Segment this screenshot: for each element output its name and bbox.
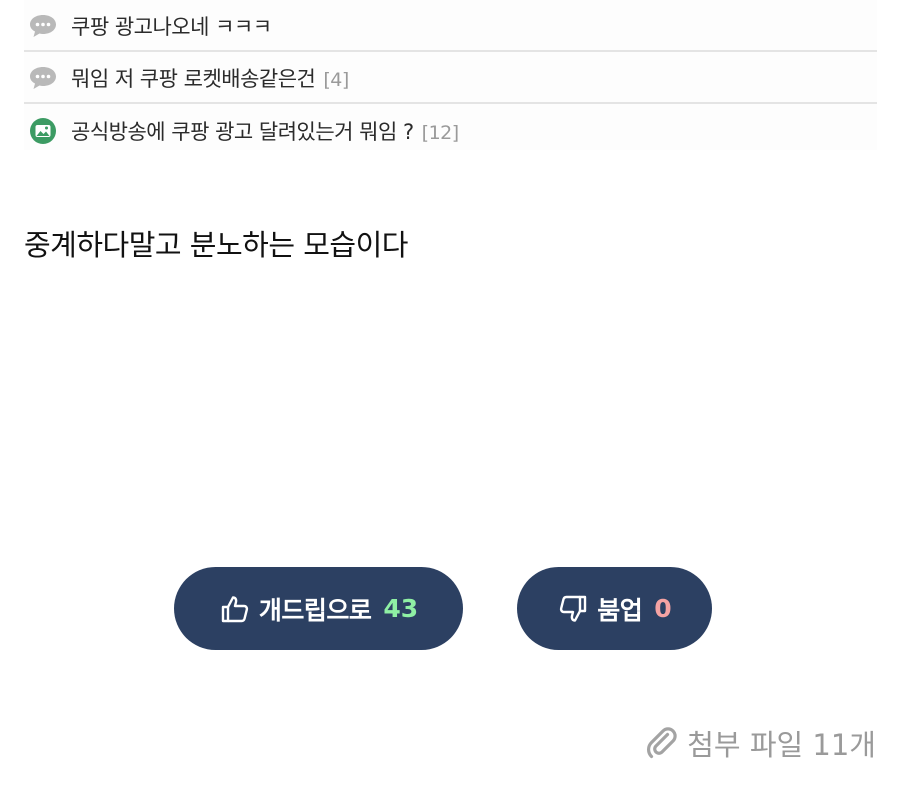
paperclip-icon	[647, 727, 677, 759]
attachment-label: 첨부 파일 11개	[687, 728, 876, 762]
thread-list-item: 쿠팡 광고나오네 ㅋㅋㅋ	[24, 0, 877, 52]
thread-title: 쿠팡 광고나오네 ㅋㅋㅋ	[71, 15, 272, 39]
upvote-count: 43	[383, 594, 419, 623]
thread-title: 뭐임 저 쿠팡 로켓배송같은건 [4]	[71, 67, 349, 91]
image-post-icon	[30, 118, 56, 144]
downvote-button[interactable]: 붐업 0	[517, 567, 712, 650]
attachments-link[interactable]: 첨부 파일 11개	[645, 722, 876, 764]
thumbs-up-icon	[221, 595, 248, 622]
upvote-label: 개드립으로	[258, 595, 372, 625]
thumbs-down-icon	[560, 595, 587, 622]
post-body: 중계하다말고 분노하는 모습이다	[24, 228, 408, 262]
thread-title: 공식방송에 쿠팡 광고 달려있는거 뭐임 ? [12]	[71, 120, 459, 144]
thread-list-screenshot: 쿠팡 광고나오네 ㅋㅋㅋ 뭐임 저 쿠팡 로켓배송같은건 [4] 공식방송에 쿠팡…	[24, 0, 877, 150]
upvote-button[interactable]: 개드립으로 43	[174, 567, 463, 650]
downvote-count: 0	[654, 594, 672, 623]
thread-list-item: 뭐임 저 쿠팡 로켓배송같은건 [4]	[24, 52, 877, 104]
speech-bubble-icon	[30, 15, 56, 37]
speech-bubble-icon	[30, 67, 56, 89]
divider	[24, 102, 877, 104]
downvote-label: 붐업	[597, 595, 643, 625]
thread-list-item: 공식방송에 쿠팡 광고 달려있는거 뭐임 ? [12]	[24, 105, 877, 157]
